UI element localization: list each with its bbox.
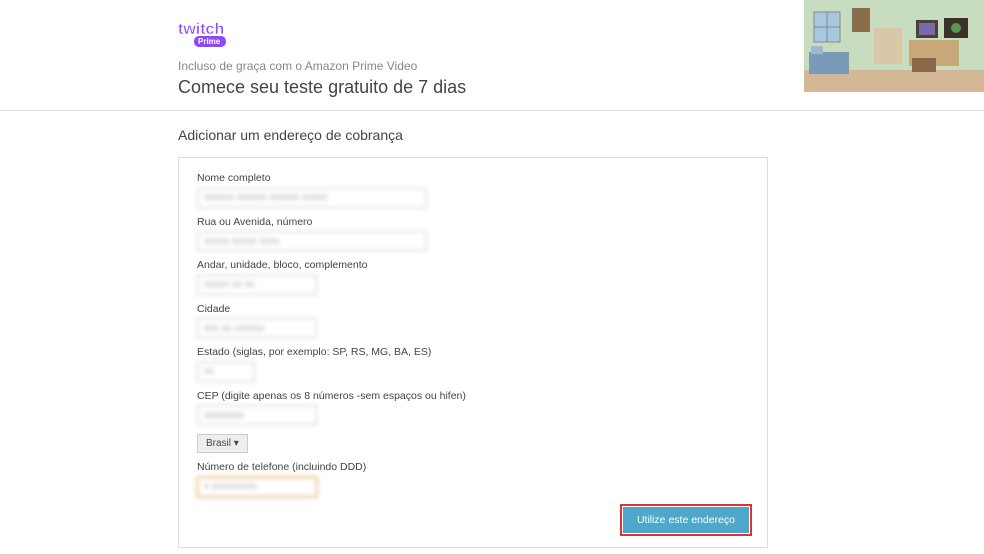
use-address-button[interactable]: Utilize este endereço [623, 507, 749, 533]
complement-label: Andar, unidade, bloco, complemento [197, 259, 749, 271]
state-label: Estado (siglas, por exemplo: SP, RS, MG,… [197, 346, 749, 358]
cep-input[interactable] [197, 405, 317, 425]
billing-address-form: Nome completo Rua ou Avenida, número And… [178, 157, 768, 548]
chevron-down-icon: ▾ [234, 438, 239, 449]
complement-input[interactable] [197, 275, 317, 295]
room-illustration [804, 0, 984, 92]
svg-text:Prime: Prime [198, 37, 221, 46]
phone-input[interactable] [197, 477, 317, 497]
svg-text:twitch: twitch [178, 21, 224, 38]
country-select[interactable]: Brasil ▾ [197, 434, 248, 453]
state-input[interactable] [197, 362, 255, 382]
section-title: Adicionar um endereço de cobrança [178, 127, 984, 143]
name-input[interactable] [197, 188, 427, 208]
name-label: Nome completo [197, 172, 749, 184]
cep-label: CEP (digite apenas os 8 números -sem esp… [197, 390, 749, 402]
city-input[interactable] [197, 318, 317, 338]
street-input[interactable] [197, 231, 427, 251]
country-label: Brasil [206, 438, 231, 449]
street-label: Rua ou Avenida, número [197, 216, 749, 228]
city-label: Cidade [197, 303, 749, 315]
phone-label: Número de telefone (incluindo DDD) [197, 461, 749, 473]
